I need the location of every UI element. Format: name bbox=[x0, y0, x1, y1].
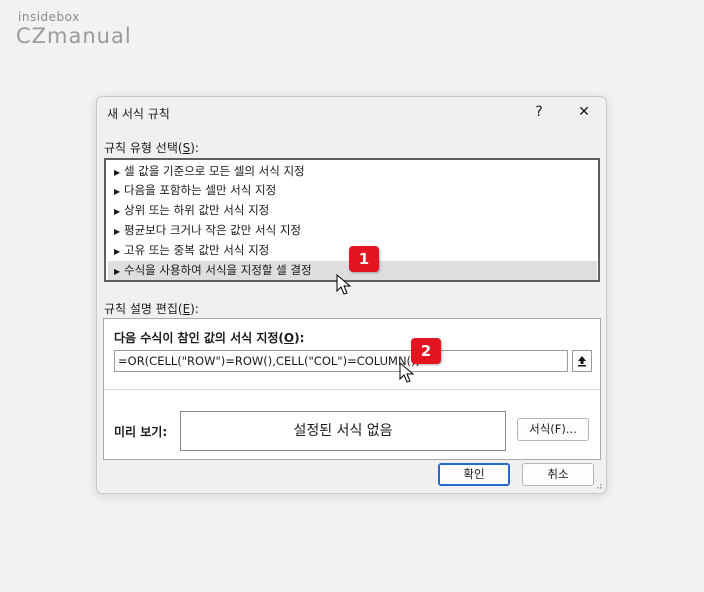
upload-arrow-icon bbox=[578, 356, 586, 367]
step-badge-1: 1 bbox=[349, 246, 379, 272]
watermark-line2: CZmanual bbox=[16, 24, 132, 48]
triangle-icon: ▶ bbox=[114, 207, 121, 216]
collapse-dialog-button[interactable] bbox=[572, 350, 592, 372]
rule-description-panel: 다음 수식이 참인 값의 서식 지정(O): =OR(CELL("ROW")=R… bbox=[103, 318, 601, 460]
mouse-cursor-icon bbox=[399, 362, 415, 383]
triangle-icon: ▶ bbox=[114, 168, 121, 177]
rule-type-label: 규칙 유형 선택(S): bbox=[104, 141, 199, 155]
triangle-icon: ▶ bbox=[114, 247, 121, 256]
dialog-titlebar: 새 서식 규칙 ? ✕ bbox=[97, 97, 606, 127]
resize-grip-icon[interactable] bbox=[594, 481, 602, 489]
formula-input[interactable]: =OR(CELL("ROW")=ROW(),CELL("COL")=COLUMN… bbox=[114, 350, 568, 372]
rule-type-item[interactable]: ▶ 상위 또는 하위 값만 서식 지정 bbox=[108, 201, 597, 220]
help-button[interactable]: ? bbox=[525, 101, 553, 123]
format-button[interactable]: 서식(F)... bbox=[517, 418, 589, 441]
edit-description-label: 규칙 설명 편집(E): bbox=[104, 302, 199, 316]
triangle-icon: ▶ bbox=[114, 267, 121, 276]
watermark-logo: insidebox CZmanual bbox=[16, 10, 132, 48]
formula-heading: 다음 수식이 참인 값의 서식 지정(O): bbox=[114, 331, 305, 345]
preview-label: 미리 보기: bbox=[114, 425, 168, 439]
triangle-icon: ▶ bbox=[114, 227, 121, 236]
divider bbox=[104, 389, 600, 390]
step-badge-2: 2 bbox=[411, 338, 441, 364]
preview-box: 설정된 서식 없음 bbox=[180, 411, 506, 451]
watermark-line1: insidebox bbox=[18, 10, 80, 24]
rule-type-item[interactable]: ▶ 셀 값을 기준으로 모든 셀의 서식 지정 bbox=[108, 162, 597, 181]
mouse-cursor-icon bbox=[336, 274, 352, 295]
cancel-button[interactable]: 취소 bbox=[522, 463, 594, 486]
rule-type-item[interactable]: ▶ 다음을 포함하는 셀만 서식 지정 bbox=[108, 181, 597, 200]
triangle-icon: ▶ bbox=[114, 187, 121, 196]
dialog-title: 새 서식 규칙 bbox=[107, 107, 170, 121]
close-button[interactable]: ✕ bbox=[570, 101, 598, 123]
rule-type-item[interactable]: ▶ 평균보다 크거나 작은 값만 서식 지정 bbox=[108, 221, 597, 240]
ok-button[interactable]: 확인 bbox=[438, 463, 510, 486]
